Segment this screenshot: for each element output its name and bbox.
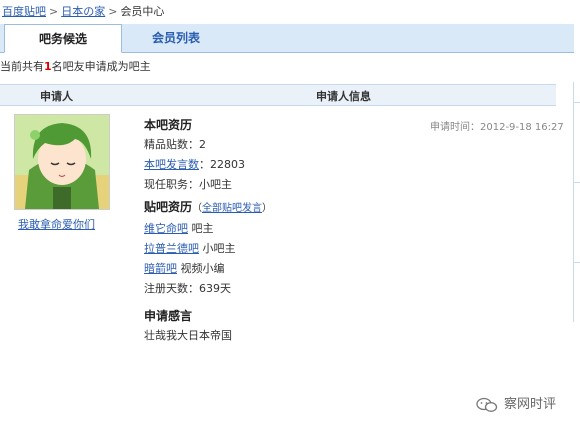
avatar-image <box>15 115 109 209</box>
forum-link[interactable]: 暗箭吧 <box>144 262 177 275</box>
statement-title: 申请感言 <box>144 309 193 323</box>
post-count-row: 本吧发言数：22803 <box>144 155 245 175</box>
tab-candidates[interactable]: 吧务候选 <box>4 24 122 53</box>
bar-record-section: 本吧资历 精品贴数：2 本吧发言数：22803 现任职务：小吧主 <box>144 115 245 195</box>
forum-row: 维它命吧 吧主 <box>144 219 272 239</box>
right-sidebar-edge <box>573 82 580 322</box>
forum-row: 暗箭吧 视频小编 <box>144 259 272 279</box>
forum-link[interactable]: 维它命吧 <box>144 222 188 235</box>
notice-prefix: 当前共有 <box>0 60 44 73</box>
current-role: 现任职务：小吧主 <box>144 178 232 191</box>
watermark: 察网时评 <box>476 395 556 415</box>
applicant-count-notice: 当前共有1名吧友申请成为吧主 <box>0 59 151 75</box>
wechat-icon <box>476 397 498 412</box>
breadcrumb-separator: > <box>108 5 118 18</box>
tab-bar: 吧务候选 会员列表 <box>0 24 574 53</box>
table-header: 申请人 申请人信息 <box>0 84 556 106</box>
statement-text: 壮哉我大日本帝国 <box>144 329 232 342</box>
tab-member-list[interactable]: 会员列表 <box>126 24 226 52</box>
applicant-username[interactable]: 我敢拿命爱你们 <box>18 216 95 232</box>
all-posts-link[interactable]: 全部贴吧发言 <box>202 203 262 214</box>
forum-role: 视频小编 <box>180 262 225 275</box>
bar-record-title: 本吧资历 <box>144 118 193 132</box>
avatar[interactable] <box>14 114 110 210</box>
breadcrumb-link-forum[interactable]: 日本の家 <box>61 5 105 18</box>
post-count-value: ：22803 <box>199 158 245 171</box>
post-count-link[interactable]: 本吧发言数 <box>144 158 199 171</box>
register-days: 注册天数：639天 <box>144 282 231 295</box>
forum-link[interactable]: 拉普兰德吧 <box>144 242 199 255</box>
forum-record-header: 贴吧资历（全部贴吧发言） <box>144 197 272 219</box>
notice-suffix: 名吧友申请成为吧主 <box>51 60 151 73</box>
column-header-applicant: 申请人 <box>40 90 73 103</box>
divider <box>574 262 580 263</box>
divider <box>574 182 580 183</box>
column-header-info: 申请人信息 <box>316 90 371 103</box>
breadcrumb-link-tieba[interactable]: 百度贴吧 <box>2 5 46 18</box>
notice-count: 1 <box>44 60 52 73</box>
watermark-text: 察网时评 <box>504 397 557 412</box>
breadcrumb-separator: > <box>49 5 59 18</box>
paren-open: （ <box>192 203 203 214</box>
forum-role: 吧主 <box>191 222 214 235</box>
divider <box>574 102 580 103</box>
statement-section: 申请感言 壮哉我大日本帝国 <box>144 306 232 346</box>
forum-record-title: 贴吧资历 <box>144 200 193 214</box>
forum-row: 拉普兰德吧 小吧主 <box>144 239 272 259</box>
apply-time: 申请时间：2012-9-18 16:27 <box>430 122 564 133</box>
forum-role: 小吧主 <box>202 242 236 255</box>
forum-record-section: 贴吧资历（全部贴吧发言） 维它命吧 吧主 拉普兰德吧 小吧主 暗箭吧 视频小编 … <box>144 197 272 299</box>
breadcrumb-current: 会员中心 <box>120 5 165 18</box>
featured-posts: 精品贴数：2 <box>144 138 206 151</box>
breadcrumb: 百度贴吧 > 日本の家 > 会员中心 <box>2 4 164 20</box>
paren-close: ） <box>262 203 273 214</box>
